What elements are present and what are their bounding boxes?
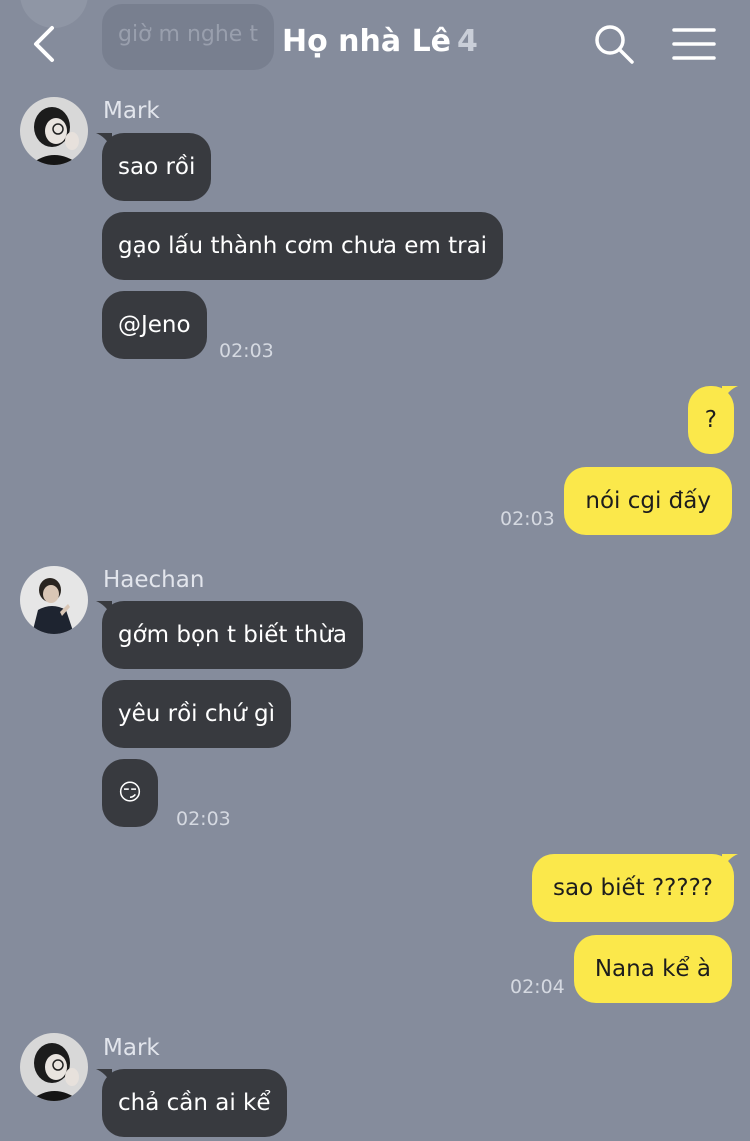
- avatar-haechan-photo: [20, 566, 88, 634]
- avatar-haechan[interactable]: [20, 566, 88, 634]
- message-bubble[interactable]: chả cần ai kể: [102, 1069, 287, 1137]
- chat-title: Họ nhà Lê 4: [282, 24, 478, 59]
- member-count: 4: [457, 24, 478, 59]
- message-time: 02:03: [219, 340, 274, 362]
- message-bubble[interactable]: gớm bọn t biết thừa: [102, 601, 364, 669]
- search-button[interactable]: [592, 22, 636, 66]
- message-time: 02:03: [176, 808, 231, 830]
- sender-name: Haechan: [103, 567, 205, 593]
- message-bubble-outgoing[interactable]: nói cgi đấy: [564, 467, 732, 535]
- avatar-mark-photo: [20, 1033, 88, 1101]
- message-bubble-outgoing[interactable]: ?: [687, 386, 734, 454]
- chat-screen: giờ m nghe t Họ nhà Lê 4 Mark sao rồi gạ…: [0, 0, 750, 1141]
- message-bubble[interactable]: @Jeno: [102, 291, 207, 359]
- avatar-mark-photo: [20, 97, 88, 165]
- menu-button[interactable]: [672, 24, 716, 64]
- message-bubble[interactable]: gạo lấu thành cơm chưa em trai: [102, 212, 504, 280]
- message-bubble[interactable]: sao rồi: [102, 133, 212, 201]
- sender-name: Mark: [103, 1035, 160, 1061]
- back-button[interactable]: [26, 20, 66, 68]
- chat-header: Họ nhà Lê 4: [0, 0, 750, 88]
- message-bubble-emoji[interactable]: 😏: [102, 759, 158, 827]
- message-time: 02:03: [500, 508, 555, 530]
- avatar-mark[interactable]: [20, 97, 88, 165]
- message-bubble[interactable]: yêu rồi chứ gì: [102, 680, 291, 748]
- chat-name: Họ nhà Lê: [282, 24, 452, 59]
- hamburger-menu-icon: [672, 28, 716, 60]
- message-time: 02:04: [510, 976, 565, 998]
- chevron-left-icon: [34, 26, 54, 62]
- search-icon: [595, 25, 634, 64]
- avatar-mark[interactable]: [20, 1033, 88, 1101]
- sender-name: Mark: [103, 98, 160, 124]
- message-bubble-outgoing[interactable]: sao biết ?????: [532, 854, 734, 922]
- message-bubble-outgoing[interactable]: Nana kể à: [573, 935, 732, 1003]
